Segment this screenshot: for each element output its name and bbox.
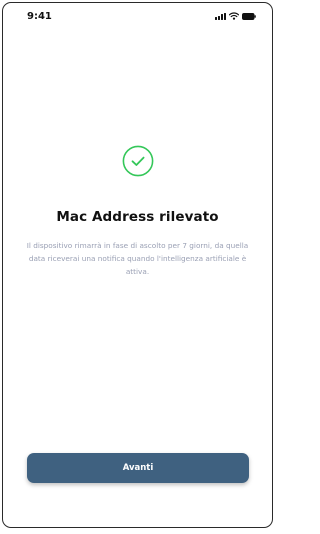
- wifi-icon: [229, 12, 239, 20]
- status-icons: [215, 12, 256, 20]
- status-bar: 9:41: [3, 3, 272, 33]
- phone-screen: 9:41 Mac Address rilevato Il dispositivo…: [2, 2, 273, 528]
- continue-button[interactable]: Avanti: [27, 453, 249, 483]
- battery-icon: [242, 12, 256, 20]
- check-circle-icon: [122, 145, 154, 177]
- status-time: 9:41: [27, 11, 52, 22]
- signal-icon: [215, 12, 226, 20]
- description-text: Il dispositivo rimarrà in fase di ascolt…: [26, 241, 249, 277]
- page-title: Mac Address rilevato: [56, 209, 219, 225]
